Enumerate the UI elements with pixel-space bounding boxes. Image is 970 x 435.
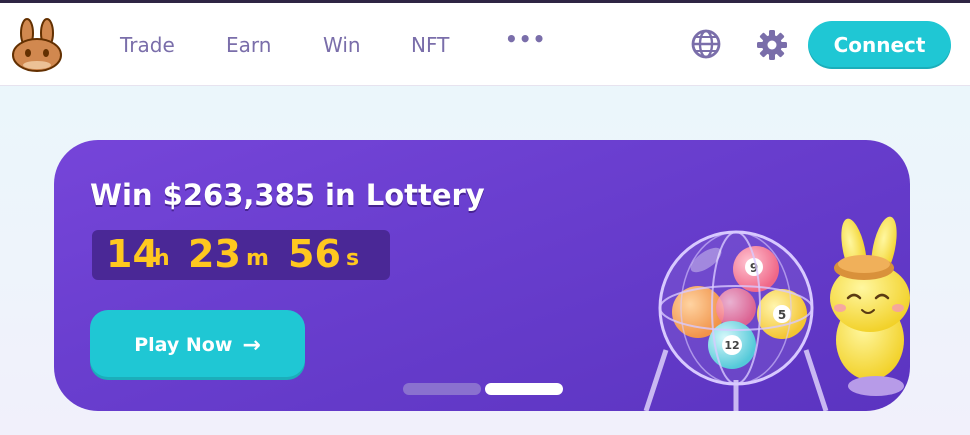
countdown-minutes-unit: m — [246, 246, 269, 271]
countdown-hours-unit: h — [154, 246, 170, 271]
top-navigation-bar: Trade Earn Win NFT ••• Connect — [0, 3, 970, 86]
play-now-button[interactable]: Play Now → — [90, 310, 305, 380]
nav-item-trade[interactable]: Trade — [120, 33, 175, 57]
pancake-bunny-logo[interactable] — [10, 17, 64, 73]
globe-icon[interactable] — [689, 27, 723, 61]
lottery-machine-illustration: 9 5 12 — [643, 216, 910, 411]
nav-item-more[interactable]: ••• — [505, 27, 546, 51]
carousel-dot-1[interactable] — [403, 383, 481, 395]
arrow-right-icon: → — [242, 332, 261, 358]
gear-icon[interactable] — [755, 28, 789, 62]
countdown-hours: 14 — [106, 232, 159, 276]
countdown-seconds: 56 — [288, 232, 341, 276]
countdown-timer: 14 h 23 m 56 s — [92, 230, 390, 280]
carousel-indicators — [403, 383, 563, 395]
lottery-banner: Win $263,385 in Lottery 14 h 23 m 56 s P… — [54, 140, 910, 411]
banner-title: Win $263,385 in Lottery — [90, 178, 485, 212]
carousel-dot-2-active[interactable] — [485, 383, 563, 395]
countdown-seconds-unit: s — [346, 246, 360, 271]
connect-wallet-button[interactable]: Connect — [808, 21, 951, 69]
nav-item-win[interactable]: Win — [323, 33, 361, 57]
play-now-label: Play Now — [134, 334, 233, 356]
nav-item-earn[interactable]: Earn — [226, 33, 271, 57]
countdown-minutes: 23 — [188, 232, 241, 276]
nav-item-nft[interactable]: NFT — [411, 33, 449, 57]
